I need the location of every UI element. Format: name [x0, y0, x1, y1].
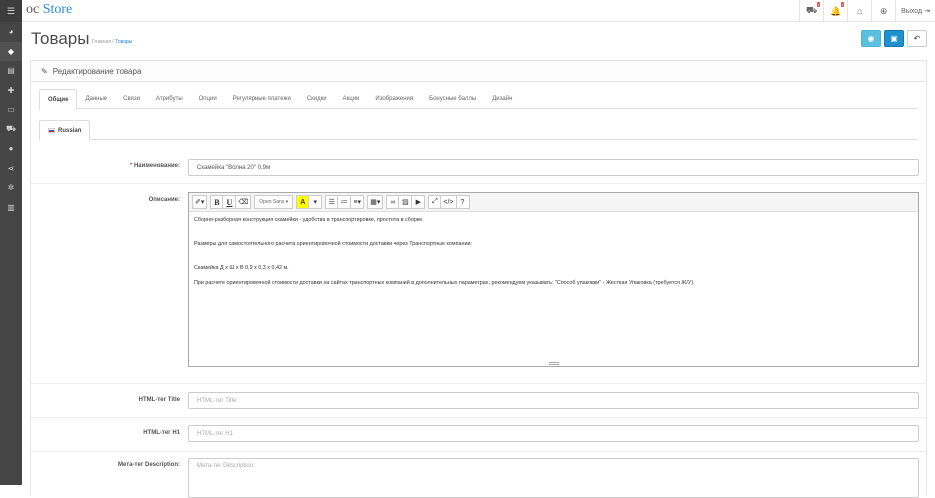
description-paragraph: При расчете ориентировочной стоимости до… [194, 280, 913, 287]
tab-links[interactable]: Связи [115, 89, 148, 109]
tab-options[interactable]: Опции [191, 89, 225, 109]
align-icon[interactable]: ≡▾ [351, 195, 364, 209]
bold-button[interactable]: B [210, 195, 223, 209]
code-view-icon[interactable]: </> [441, 195, 456, 209]
tab-data[interactable]: Данные [77, 89, 115, 109]
tab-reward-points[interactable]: Бонусные баллы [421, 89, 484, 109]
fullscreen-icon[interactable]: ⤢ [428, 195, 441, 209]
list-icon[interactable]: ▤ [0, 61, 22, 81]
logout-button[interactable]: Выход⇥ [895, 0, 935, 22]
panel-title: Редактирование товара [53, 67, 142, 76]
dashboard-icon[interactable]: ◕ [0, 22, 22, 42]
orders-cart-icon[interactable]: ⛟• [799, 0, 823, 22]
preview-button[interactable]: ◉ [861, 30, 881, 47]
user-icon[interactable]: ● [0, 139, 22, 159]
form-row-description: Описание: ✐▾ B U ⌫ Open Sans ▾ A ▾ ☰ ≔ ≡… [31, 185, 926, 384]
tab-specials[interactable]: Акции [335, 89, 368, 109]
puzzle-icon[interactable]: ✚ [0, 81, 22, 101]
video-icon[interactable]: ▶ [412, 195, 425, 209]
tab-language-russian[interactable]: Russian [39, 120, 90, 141]
font-color-button[interactable]: A [296, 195, 309, 209]
top-header: oc Store ⛟• 🔔• ⌂ ⊕ Выход⇥ [22, 0, 935, 22]
font-family-select[interactable]: Open Sans ▾ [254, 195, 293, 209]
table-icon[interactable]: ▦▾ [367, 195, 383, 209]
menu-toggle-icon[interactable]: ☰ [0, 0, 22, 22]
underline-button[interactable]: U [223, 195, 236, 209]
sign-out-icon: ⇥ [924, 7, 930, 15]
help-icon[interactable]: ? [457, 195, 470, 209]
ordered-list-icon[interactable]: ≔ [338, 195, 351, 209]
unordered-list-icon[interactable]: ☰ [325, 195, 338, 209]
breadcrumb-home[interactable]: Главная [92, 39, 111, 45]
page-title: Товары [31, 29, 89, 49]
editor-toolbar: ✐▾ B U ⌫ Open Sans ▾ A ▾ ☰ ≔ ≡▾ ▦▾ [189, 193, 918, 212]
notifications-bell-icon[interactable]: 🔔• [823, 0, 847, 22]
tags-icon[interactable]: ◆ [0, 42, 22, 62]
html-title-input[interactable]: HTML-тег Title [188, 392, 919, 409]
product-tabs: Общие Данные Связи Атрибуты Опции Регуля… [39, 89, 918, 109]
eraser-icon[interactable]: ⌫ [236, 195, 251, 209]
edit-product-panel: ✎ Редактирование товара Общие Данные Свя… [30, 60, 927, 495]
form-row-html-h1: HTML-тег H1 HTML-тег H1 [31, 419, 926, 452]
tab-discounts[interactable]: Скидки [299, 89, 335, 109]
header-icons: ⛟• 🔔• ⌂ ⊕ Выход⇥ [799, 0, 935, 22]
resize-handle[interactable] [189, 362, 918, 366]
color-dropdown-icon[interactable]: ▾ [309, 195, 322, 209]
back-button[interactable]: ↶ [907, 30, 927, 47]
meta-description-label: Мета-тег Description: [118, 462, 180, 468]
share-icon[interactable]: ⋖ [0, 159, 22, 179]
description-paragraph: Размеры для самостоятельного расчета ори… [194, 241, 913, 248]
name-label: * Наименование: [130, 163, 180, 169]
gear-icon[interactable]: ✲ [0, 178, 22, 198]
form-row-meta-description: Мета-тег Description: Мета-тег Descripti… [31, 453, 926, 493]
save-button[interactable]: ▣ [884, 30, 904, 47]
link-icon[interactable]: ∞ [386, 195, 399, 209]
russia-flag-icon [48, 128, 55, 133]
html-title-label: HTML-тег Title [139, 397, 180, 403]
description-paragraph: Скамейка Д х Ш х В 0,9 х 0,3 х 0,42 м. [194, 265, 913, 272]
form-row-name: * Наименование: Скамейка "Волна 20" 0,9м [31, 148, 926, 184]
language-tabs: Russian [39, 120, 918, 140]
panel-heading: ✎ Редактирование товара [31, 61, 926, 82]
html-h1-label: HTML-тег H1 [143, 430, 180, 436]
tab-design[interactable]: Дизайн [484, 89, 520, 109]
meta-description-textarea[interactable]: Мета-тег Description: [188, 458, 919, 498]
image-icon[interactable]: ▨ [399, 195, 412, 209]
form-row-html-title: HTML-тег Title HTML-тег Title [31, 385, 926, 418]
tab-images[interactable]: Изображения [367, 89, 421, 109]
cart-icon[interactable]: ⛟ [0, 120, 22, 140]
help-lifebuoy-icon[interactable]: ⊕ [871, 0, 895, 22]
save-icon: ▣ [890, 34, 898, 43]
sidebar: ☰ ◕ ◆ ▤ ✚ ▭ ⛟ ● ⋖ ✲ ▥ [0, 0, 22, 485]
logo[interactable]: oc Store [26, 2, 72, 18]
chart-icon[interactable]: ▥ [0, 198, 22, 218]
description-editor: ✐▾ B U ⌫ Open Sans ▾ A ▾ ☰ ≔ ≡▾ ▦▾ [188, 192, 919, 367]
breadcrumb-products[interactable]: Товары [115, 39, 132, 45]
reply-icon: ↶ [914, 34, 921, 43]
eye-icon: ◉ [868, 34, 875, 43]
html-h1-input[interactable]: HTML-тег H1 [188, 425, 919, 442]
pencil-icon: ✎ [41, 67, 48, 76]
magic-wand-icon[interactable]: ✐▾ [192, 195, 207, 209]
breadcrumb: Главная / Товары [92, 39, 132, 45]
tab-attributes[interactable]: Атрибуты [148, 89, 191, 109]
editor-content[interactable]: Сборно-разборная конструкция скамейки - … [189, 212, 918, 301]
description-paragraph: Сборно-разборная конструкция скамейки - … [194, 217, 913, 224]
tab-general[interactable]: Общие [39, 89, 77, 110]
desktop-icon[interactable]: ▭ [0, 100, 22, 120]
home-icon[interactable]: ⌂ [847, 0, 871, 22]
tab-recurring[interactable]: Регулярные платежи [225, 89, 299, 109]
description-label: Описание: [149, 197, 180, 203]
page-header: Товары Главная / Товары ◉ ▣ ↶ [22, 22, 935, 60]
name-input[interactable]: Скамейка "Волна 20" 0,9м [188, 159, 919, 176]
